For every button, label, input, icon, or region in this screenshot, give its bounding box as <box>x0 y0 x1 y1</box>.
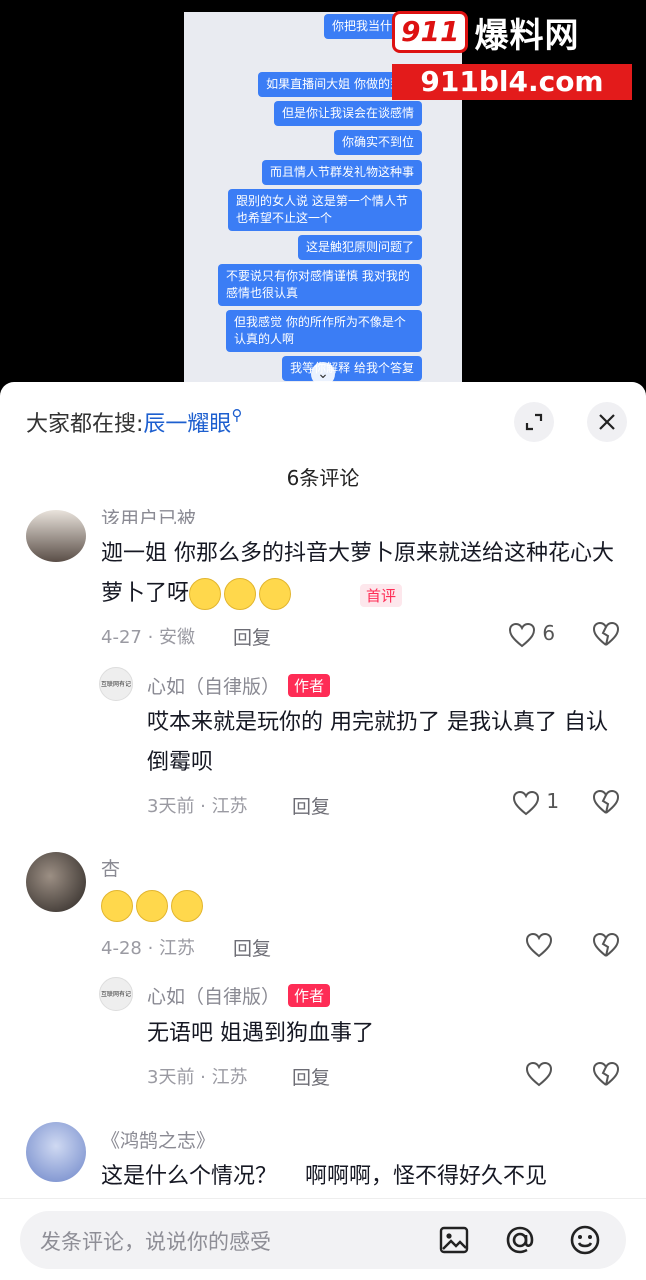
comment-input-bar: 发条评论，说说你的感受 <box>0 1198 646 1280</box>
reply-text: 无语吧 姐遇到狗血事了 <box>147 1021 374 1046</box>
chat-bubble: 不要说只有你对感情谨慎 我对我的感情也很认真 <box>218 264 422 306</box>
first-comment-badge: 首评 <box>360 584 403 607</box>
shocked-emoji-icon <box>136 890 168 922</box>
reply-button[interactable]: 回复 <box>292 1063 330 1090</box>
chat-bubble: 而且情人节群发礼物这种事 <box>261 160 422 185</box>
like-button[interactable]: 6 <box>508 621 555 648</box>
broken-heart-icon <box>592 1061 620 1086</box>
broken-heart-icon <box>592 789 620 814</box>
dislike-button[interactable] <box>592 789 620 820</box>
input-placeholder: 发条评论，说说你的感受 <box>40 1230 271 1254</box>
expand-button[interactable] <box>514 402 554 442</box>
author-avatar[interactable]: 互联网有记忆 <box>99 977 133 1011</box>
sad-emoji-icon <box>224 578 257 610</box>
comment-text: 这是什么个情况？ 啊啊啊，怪不得好久不见 <box>101 1164 547 1189</box>
like-count: 6 <box>542 621 556 645</box>
comment-nickname[interactable]: 该用户已被 <box>101 504 196 524</box>
comment-date: 4-28 · 江苏 <box>101 938 196 959</box>
chat-bubble: 你确实不到位 <box>333 130 422 155</box>
comment-date: 4-27 · 安徽 <box>101 627 196 648</box>
comment-emojis <box>101 886 206 926</box>
avatar-label: 互联网有记忆 <box>100 991 131 998</box>
chat-bubble: 这是触犯原则问题了 <box>297 235 422 260</box>
search-icon: ⚲ <box>231 406 243 424</box>
comment-nickname[interactable]: 杏 <box>101 854 120 881</box>
reply-text: 哎本来就是玩你的 用完就扔了 是我认真了 自认倒霉呗 <box>147 710 608 775</box>
author-badge: 作者 <box>288 984 331 1007</box>
broken-heart-icon <box>592 621 620 646</box>
search-prefix: 大家都在搜: <box>26 412 144 437</box>
chat-bubble: 跟别的女人说 这是第一个情人节也希望不止这一个 <box>228 189 422 231</box>
shocked-emoji-icon <box>171 890 203 922</box>
sad-emoji-icon <box>189 578 222 610</box>
reply-nickname[interactable]: 心如（自律版） <box>147 982 280 1009</box>
image-icon[interactable] <box>438 1224 470 1256</box>
dislike-button[interactable] <box>592 621 620 652</box>
like-button[interactable] <box>525 932 553 963</box>
sad-emoji-icon <box>259 578 292 610</box>
close-icon <box>599 414 615 430</box>
like-button[interactable]: 1 <box>512 789 559 816</box>
reply-button[interactable]: 回复 <box>233 623 271 650</box>
reply-button[interactable]: 回复 <box>233 934 271 961</box>
chat-bubble: 但我感觉 你的所作所为不像是个认真的人啊 <box>226 310 422 352</box>
watermark-brand: 911 <box>392 11 469 53</box>
comment-count: 6条评论 <box>286 466 360 490</box>
at-mention-icon[interactable] <box>503 1223 537 1257</box>
chat-bubble: 但是你让我误会在谈感情 <box>273 101 422 126</box>
avatar-label: 互联网有记忆 <box>100 681 131 688</box>
chat-bubble: 我等你解释 给我个答复 <box>282 356 422 381</box>
watermark-url: 911bl4.com <box>392 64 632 100</box>
expand-icon <box>525 413 543 431</box>
comment-nickname[interactable]: 《鸿鹄之志》 <box>101 1126 215 1153</box>
comment-panel: 大家都在搜:辰一耀眼⚲ 6条评论 该用户已被 迦一姐 你那么多的抖音大萝卜原来就… <box>0 382 646 1280</box>
dislike-button[interactable] <box>592 932 620 963</box>
comment-input[interactable]: 发条评论，说说你的感受 <box>20 1211 626 1269</box>
reply-button[interactable]: 回复 <box>292 792 330 819</box>
video-area[interactable]: 你把我当什么 如果直播间大姐 你做的到位 但是你让我误会在谈感情 你确实不到位 … <box>0 0 646 400</box>
dislike-button[interactable] <box>592 1061 620 1092</box>
avatar[interactable] <box>26 1122 86 1182</box>
like-count: 1 <box>546 789 560 813</box>
watermark-text: 爆料网 <box>474 15 580 56</box>
heart-icon <box>525 1061 553 1087</box>
reply-date: 3天前 · 江苏 <box>147 796 248 817</box>
author-avatar[interactable]: 互联网有记忆 <box>99 667 133 701</box>
author-badge: 作者 <box>288 674 331 697</box>
avatar[interactable] <box>26 510 86 562</box>
emoji-icon[interactable] <box>568 1223 602 1257</box>
avatar[interactable] <box>26 852 86 912</box>
close-button[interactable] <box>587 402 627 442</box>
heart-icon <box>512 790 540 815</box>
heart-icon <box>508 622 536 647</box>
shocked-emoji-icon <box>101 890 133 922</box>
broken-heart-icon <box>592 932 620 957</box>
comment-body: 迦一姐 你那么多的抖音大萝卜原来就送给这种花心大萝卜了呀 <box>101 541 614 606</box>
reply-date: 3天前 · 江苏 <box>147 1067 248 1088</box>
like-button[interactable] <box>525 1061 553 1092</box>
search-suggestion[interactable]: 大家都在搜:辰一耀眼⚲ <box>26 406 242 438</box>
watermark: 911 爆料网 911bl4.com <box>392 8 632 100</box>
search-term[interactable]: 辰一耀眼 <box>143 412 231 437</box>
heart-icon <box>525 932 553 958</box>
reply-nickname[interactable]: 心如（自律版） <box>147 672 280 699</box>
